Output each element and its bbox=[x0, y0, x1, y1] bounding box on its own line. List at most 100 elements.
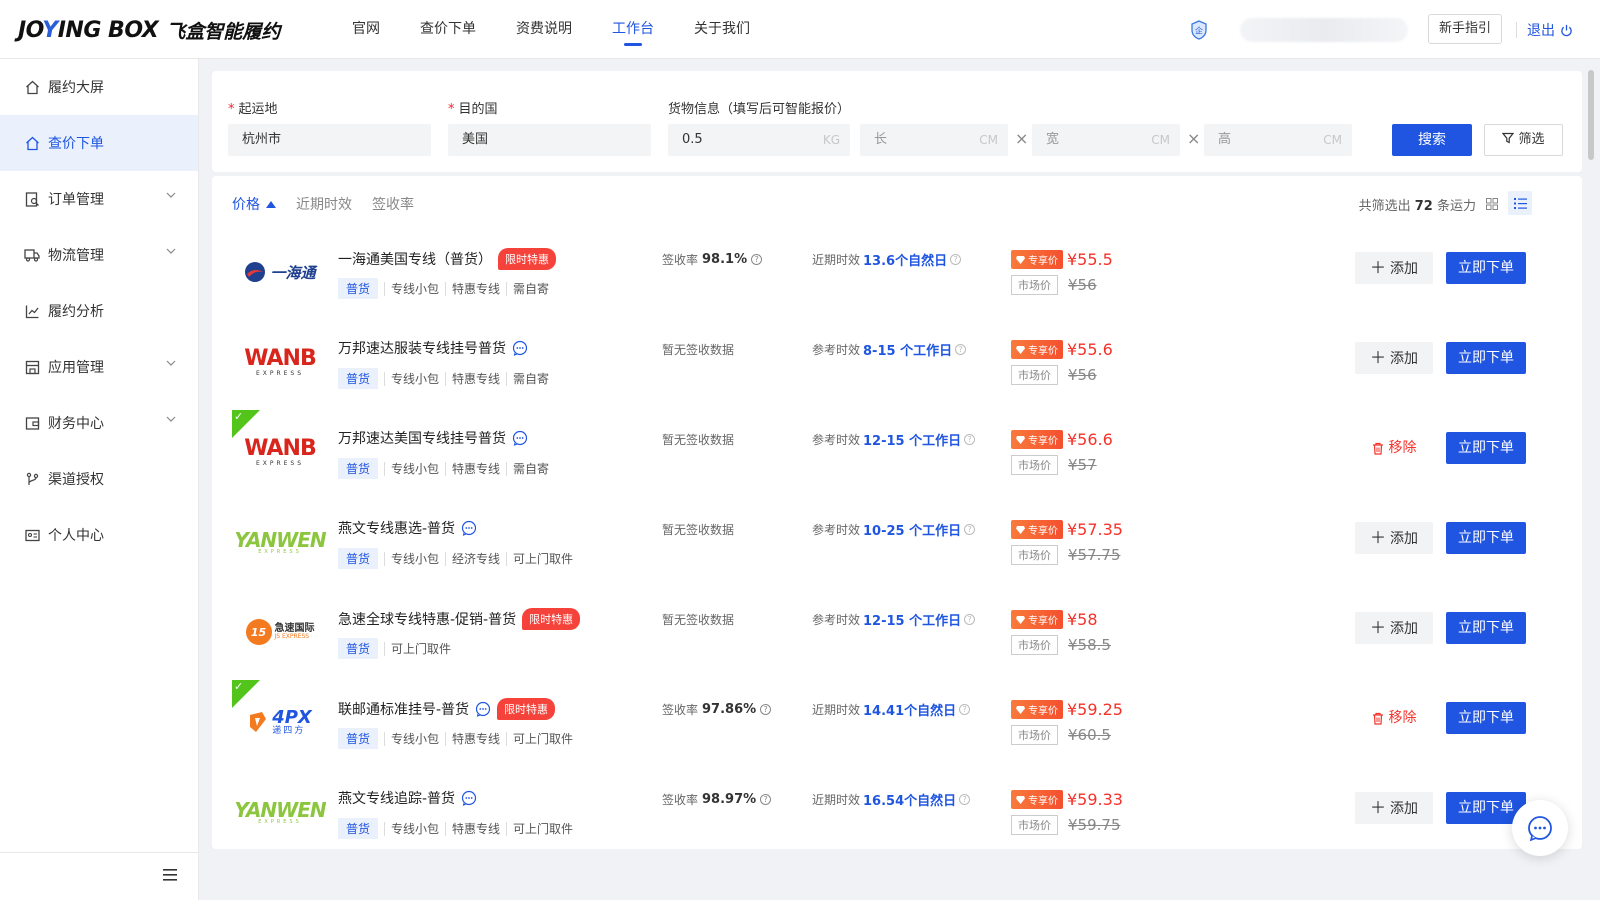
user-info-blurred[interactable] bbox=[1240, 18, 1408, 42]
carrier-title[interactable]: 万邦速达美国专线挂号普货 bbox=[338, 428, 528, 448]
exclusive-price: 专享价 ¥57.35 bbox=[1011, 520, 1123, 539]
sign-rate: 签收率 97.86%? bbox=[662, 701, 772, 718]
brand-logo[interactable]: JOYING BOX 飞盒智能履约 bbox=[18, 15, 280, 45]
sidebar-item[interactable]: 物流管理 bbox=[0, 227, 198, 283]
help-icon[interactable]: ? bbox=[964, 434, 976, 445]
vip-price-badge: 专享价 bbox=[1011, 520, 1063, 539]
origin-label: * 起运地 bbox=[228, 102, 278, 117]
chat-icon[interactable] bbox=[512, 430, 528, 446]
exclusive-price: 专享价 ¥55.5 bbox=[1011, 250, 1113, 269]
chat-icon[interactable] bbox=[475, 701, 491, 717]
nav-item[interactable]: 资费说明 bbox=[516, 0, 572, 58]
service-tag: 普货 bbox=[338, 638, 379, 659]
logout-button[interactable]: 退出 bbox=[1527, 20, 1573, 40]
help-icon[interactable]: ? bbox=[950, 254, 962, 265]
sidebar-item[interactable]: 查价下单 bbox=[0, 115, 198, 171]
guide-button[interactable]: 新手指引 bbox=[1428, 14, 1503, 44]
grid-view-icon[interactable] bbox=[1482, 194, 1502, 214]
add-button[interactable]: ＋添加 bbox=[1355, 342, 1433, 374]
add-button[interactable]: ＋添加 bbox=[1355, 792, 1433, 824]
list-view-icon[interactable] bbox=[1508, 191, 1532, 215]
nav-item[interactable]: 官网 bbox=[352, 0, 380, 58]
page-scrollbar[interactable] bbox=[1588, 70, 1594, 160]
carrier-title[interactable]: 万邦速达服装专线挂号普货 bbox=[338, 338, 528, 358]
sidebar-item[interactable]: 个人中心 bbox=[0, 507, 198, 563]
help-icon[interactable]: ? bbox=[955, 344, 967, 355]
help-icon[interactable]: ? bbox=[964, 614, 976, 625]
help-icon[interactable]: ? bbox=[959, 794, 971, 805]
tag-list: 普货 可上门取件 bbox=[338, 638, 457, 659]
remove-button[interactable]: 移除 bbox=[1355, 432, 1433, 464]
order-now-button[interactable]: 立即下单 bbox=[1446, 522, 1526, 554]
chat-icon[interactable] bbox=[461, 790, 477, 806]
filter-button[interactable]: 筛选 bbox=[1484, 124, 1563, 156]
carrier-title[interactable]: 一海通美国专线（普货） 限时特惠 bbox=[338, 248, 556, 270]
order-now-button[interactable]: 立即下单 bbox=[1446, 252, 1526, 284]
carrier-title[interactable]: 燕文专线惠选-普货 bbox=[338, 518, 477, 538]
help-icon[interactable]: ? bbox=[964, 524, 976, 535]
length-input[interactable]: 长 CM bbox=[860, 124, 1008, 156]
help-icon[interactable]: ? bbox=[959, 704, 971, 715]
carrier-title[interactable]: 联邮通标准挂号-普货 限时特惠 bbox=[338, 698, 556, 720]
sidebar-item[interactable]: 履约大屏 bbox=[0, 59, 198, 115]
chat-icon[interactable] bbox=[512, 340, 528, 356]
diamond-icon bbox=[1016, 345, 1025, 354]
sidebar-item[interactable]: 渠道授权 bbox=[0, 451, 198, 507]
nav-item[interactable]: 工作台 bbox=[612, 0, 654, 58]
nav-item[interactable]: 关于我们 bbox=[694, 0, 750, 58]
carrier-logo-yanwen: YANWEN EXPRESS bbox=[234, 797, 326, 825]
help-icon[interactable]: ? bbox=[751, 254, 763, 265]
service-tag: 专线小包 bbox=[384, 281, 445, 296]
sidebar-item[interactable]: 应用管理 bbox=[0, 339, 198, 395]
service-tag: 专线小包 bbox=[384, 731, 445, 746]
service-tag: 特惠专线 bbox=[445, 821, 506, 836]
sort-price[interactable]: 价格 bbox=[232, 194, 276, 214]
height-input[interactable]: 高 CM bbox=[1204, 124, 1352, 156]
nav-item[interactable]: 查价下单 bbox=[420, 0, 476, 58]
carrier-row: WANB EXPRESS 万邦速达服装专线挂号普货 普货 专线小包 特惠专线 需自寄 暂无签收… bbox=[212, 320, 1582, 412]
destination-input[interactable]: 美国 bbox=[448, 124, 651, 156]
sort-bar: 价格 近期时效 签收率 bbox=[232, 194, 414, 214]
help-icon[interactable]: ? bbox=[760, 794, 772, 805]
carrier-title[interactable]: 急速全球专线特惠-促销-普货 限时特惠 bbox=[338, 608, 581, 630]
sign-rate: 签收率 98.97%? bbox=[662, 791, 772, 808]
carrier-title[interactable]: 燕文专线追踪-普货 bbox=[338, 788, 477, 808]
help-icon[interactable]: ? bbox=[760, 704, 772, 715]
sidebar-item[interactable]: 履约分析 bbox=[0, 283, 198, 339]
sort-recent[interactable]: 近期时效 bbox=[296, 194, 352, 214]
service-tag: 专线小包 bbox=[384, 551, 445, 566]
diamond-icon bbox=[1016, 705, 1025, 714]
collapse-menu-icon[interactable] bbox=[163, 869, 177, 881]
add-button[interactable]: ＋添加 bbox=[1355, 612, 1433, 644]
order-now-button[interactable]: 立即下单 bbox=[1446, 432, 1526, 464]
search-button[interactable]: 搜索 bbox=[1392, 124, 1472, 156]
home-icon bbox=[24, 79, 40, 95]
add-button[interactable]: ＋添加 bbox=[1355, 522, 1433, 554]
service-tag: 普货 bbox=[338, 548, 379, 569]
sidebar-item-label: 查价下单 bbox=[48, 136, 104, 152]
carrier-logo-wanb: WANB EXPRESS bbox=[244, 345, 316, 377]
order-now-button[interactable]: 立即下单 bbox=[1446, 702, 1526, 734]
carrier-logo: YANWEN EXPRESS bbox=[234, 792, 326, 832]
exclusive-price: 专享价 ¥58 bbox=[1011, 610, 1098, 629]
diamond-icon bbox=[1016, 255, 1025, 264]
sidebar-item[interactable]: 订单管理 bbox=[0, 171, 198, 227]
diamond-icon bbox=[1016, 615, 1025, 624]
customer-service-chat-button[interactable] bbox=[1512, 800, 1568, 856]
carrier-logo: 4PX 递四方 bbox=[240, 702, 320, 742]
origin-input[interactable]: 杭州市 bbox=[228, 124, 431, 156]
service-tag: 专线小包 bbox=[384, 461, 445, 476]
chat-icon[interactable] bbox=[461, 520, 477, 536]
order-now-button[interactable]: 立即下单 bbox=[1446, 612, 1526, 644]
width-input[interactable]: 宽 CM bbox=[1032, 124, 1180, 156]
order-now-button[interactable]: 立即下单 bbox=[1446, 342, 1526, 374]
remove-button[interactable]: 移除 bbox=[1355, 702, 1433, 734]
weight-input[interactable]: 0.5 KG bbox=[668, 124, 850, 156]
carrier-row: ✓ 4PX 递四方 联邮通标准挂号-普货 限时特惠 普货 专线小包 特惠专线 可上门取件 签收率 9… bbox=[212, 680, 1582, 772]
chat-bubble-icon bbox=[1528, 816, 1552, 841]
sort-sign-rate[interactable]: 签收率 bbox=[372, 194, 414, 214]
id-card-icon bbox=[24, 527, 40, 543]
sidebar-item[interactable]: 财务中心 bbox=[0, 395, 198, 451]
enterprise-shield-icon[interactable]: 企 bbox=[1190, 20, 1208, 40]
add-button[interactable]: ＋添加 bbox=[1355, 252, 1433, 284]
